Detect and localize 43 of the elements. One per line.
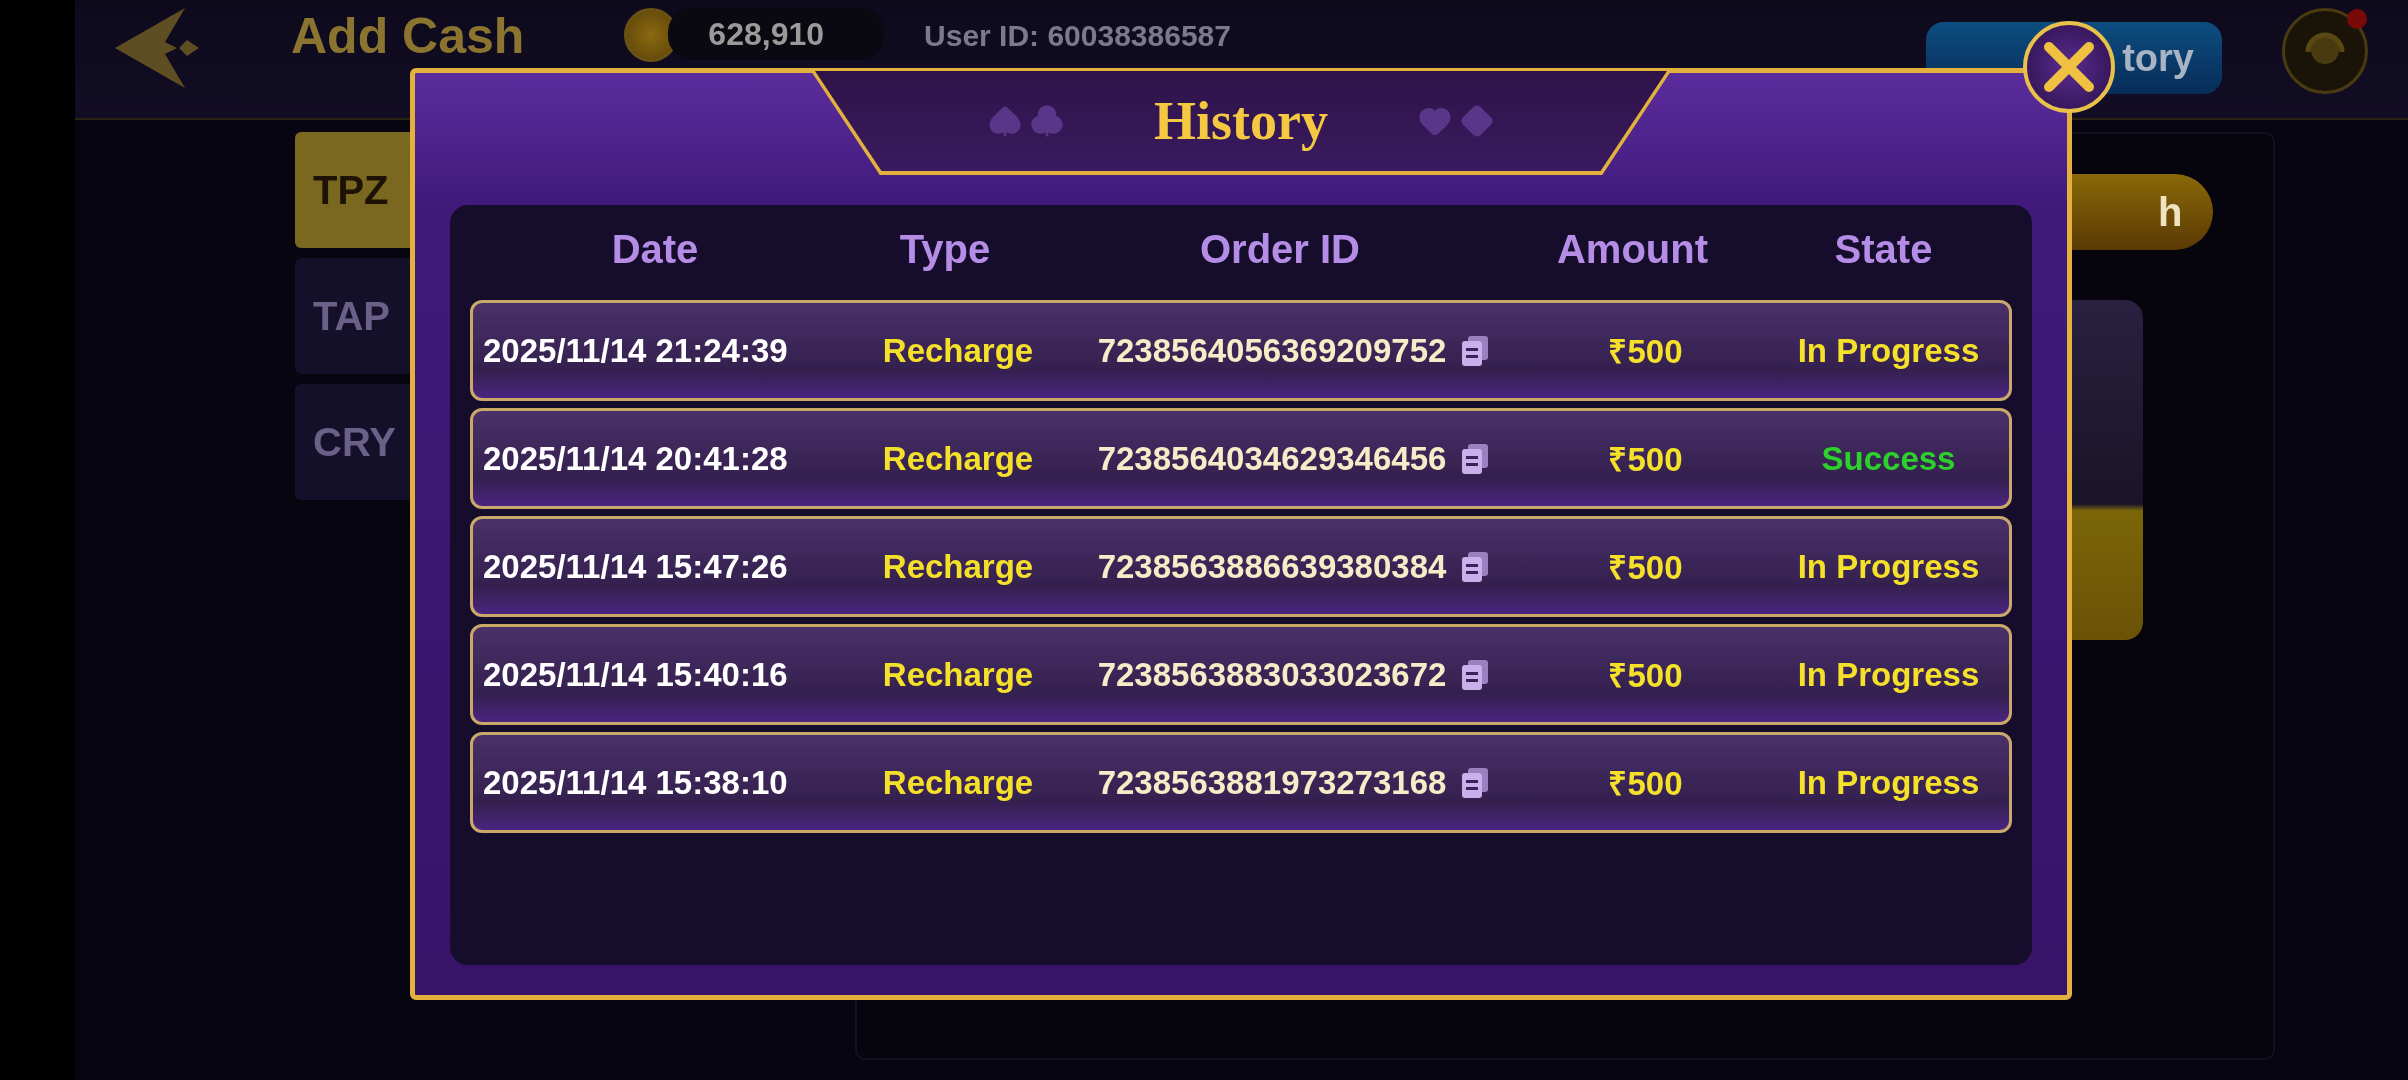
amount-cell-text: ₹500	[1608, 440, 1683, 480]
column-header: State	[1834, 226, 1933, 272]
type-cell: Recharge	[882, 439, 1034, 478]
balance-display: 628,910	[668, 8, 885, 60]
order-id-cell: 7238564056369209752	[1097, 331, 1447, 370]
club-icon	[1030, 104, 1064, 138]
dialog-title: History	[1154, 90, 1328, 152]
order-id-cell: 7238563881973273168	[1097, 763, 1447, 802]
amount-cell-text: ₹500	[1608, 548, 1683, 588]
type-cell: Recharge	[882, 655, 1034, 694]
column-header: Order ID	[1199, 226, 1360, 272]
user-id: User ID: 60038386587	[924, 18, 1231, 54]
diamond-icon	[1460, 104, 1494, 138]
page-title: Add Cash	[291, 8, 525, 64]
order-id-cell: 7238563883033023672	[1097, 655, 1447, 694]
state-cell: In Progress	[1797, 547, 1980, 586]
order-id-cell: 7238564034629346456	[1097, 439, 1447, 478]
amount-cell-text: ₹500	[1608, 764, 1683, 804]
date-cell: 2025/11/14 15:40:16	[483, 655, 788, 694]
copy-icon[interactable]	[1462, 551, 1489, 582]
state-cell: Success	[1821, 439, 1956, 478]
amount-cell-text: ₹500	[1608, 656, 1683, 696]
close-icon	[2043, 41, 2095, 93]
type-cell: Recharge	[882, 547, 1034, 586]
state-cell: In Progress	[1797, 763, 1980, 802]
state-cell: In Progress	[1797, 655, 1980, 694]
type-cell: Recharge	[882, 763, 1034, 802]
copy-icon[interactable]	[1462, 335, 1489, 366]
date-cell: 2025/11/14 15:47:26	[483, 547, 788, 586]
type-cell: Recharge	[882, 331, 1034, 370]
copy-icon[interactable]	[1462, 659, 1489, 690]
column-header: Amount	[1556, 226, 1709, 272]
copy-icon[interactable]	[1462, 443, 1489, 474]
date-cell: 2025/11/14 21:24:39	[483, 331, 788, 370]
amount-cell-text: ₹500	[1608, 332, 1683, 372]
date-cell: 2025/11/14 15:38:10	[483, 763, 788, 802]
column-header: Type	[899, 226, 991, 272]
order-id-cell: 7238563886639380384	[1097, 547, 1447, 586]
state-cell: In Progress	[1797, 331, 1980, 370]
date-cell: 2025/11/14 20:41:28	[483, 439, 788, 478]
copy-icon[interactable]	[1462, 767, 1489, 798]
spade-icon	[988, 104, 1022, 138]
column-header: Date	[611, 226, 699, 272]
